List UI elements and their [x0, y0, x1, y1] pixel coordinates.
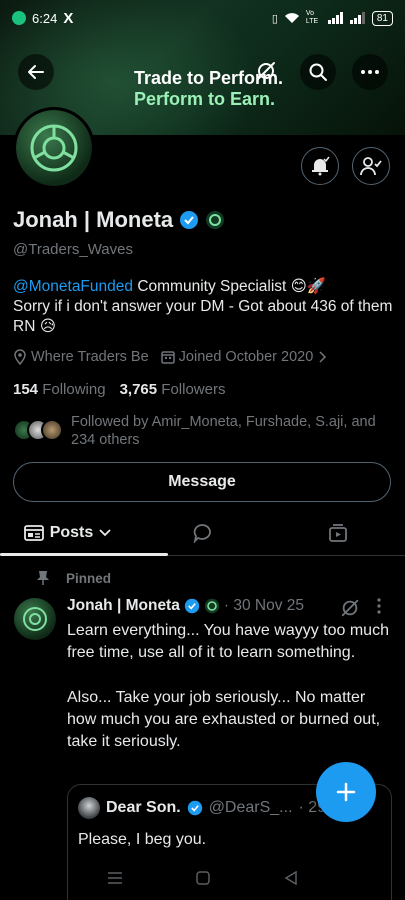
profile-bio: @MonetaFunded Community Specialist 😊🚀 So…	[13, 277, 398, 337]
signal-icon	[327, 12, 343, 24]
post-paragraph-2: Also... Take your job seriously... No ma…	[67, 688, 381, 751]
following-label: Following	[42, 381, 106, 398]
more-vertical-icon	[377, 598, 381, 614]
pin-icon	[37, 571, 49, 585]
tab-replies[interactable]	[135, 510, 270, 555]
pinned-label-row: Pinned	[36, 570, 111, 586]
location-text: Where Traders Be	[31, 349, 149, 365]
verified-badge-icon[interactable]	[179, 210, 199, 230]
more-icon	[361, 70, 379, 74]
person-check-icon	[360, 157, 382, 176]
follower-avatar	[41, 419, 63, 441]
posts-icon	[23, 524, 44, 541]
search-icon	[309, 63, 327, 81]
bio-text-1: Community Specialist 😊🚀	[133, 278, 327, 295]
display-name: Jonah | Moneta	[13, 207, 174, 232]
vibrate-icon: ▯	[271, 12, 278, 25]
post-date[interactable]: · 30 Nov 25	[224, 597, 304, 615]
follow-stats: 154 Following 3,765 Followers	[13, 381, 225, 398]
lte-label: Vo LTE	[305, 10, 319, 25]
chevron-down-icon	[99, 528, 111, 536]
system-nav-bar	[0, 856, 405, 900]
profile-avatar[interactable]	[13, 107, 95, 189]
plus-icon	[336, 782, 356, 802]
moneta-logo-icon	[23, 607, 47, 631]
pinned-label: Pinned	[66, 570, 112, 586]
joined-text: Joined October 2020	[178, 349, 314, 365]
status-time: 6:24	[32, 10, 58, 26]
post-paragraph-1: Learn everything... You have wayyy too m…	[67, 622, 389, 662]
recents-icon[interactable]	[107, 871, 123, 885]
followed-by-text: Followed by Amir_Moneta, Furshade, S.aji…	[71, 414, 376, 448]
following-button[interactable]	[352, 147, 390, 185]
quoted-author-handle: @DearS_...	[208, 799, 293, 816]
affiliate-badge-icon	[204, 598, 220, 614]
profile-tabs: Posts	[0, 510, 405, 556]
status-bar: 6:24 X ▯ Vo LTE 81	[0, 0, 405, 36]
verified-badge-icon	[184, 598, 200, 614]
post-body: Learn everything... You have wayyy too m…	[67, 620, 393, 753]
battery-indicator: 81	[371, 10, 393, 26]
home-icon[interactable]	[196, 871, 211, 885]
following-link[interactable]: 154 Following	[13, 381, 106, 398]
tab-posts[interactable]: Posts	[0, 510, 135, 555]
media-icon	[328, 523, 347, 542]
post-author-name[interactable]: Jonah | Moneta	[67, 597, 180, 615]
verified-badge-icon	[187, 800, 202, 816]
recording-dot-icon	[12, 11, 26, 25]
followed-by[interactable]: Followed by Amir_Moneta, Furshade, S.aji…	[13, 413, 398, 449]
followers-link[interactable]: 3,765 Followers	[120, 381, 226, 398]
moneta-logo-icon	[30, 124, 78, 172]
wifi-icon	[284, 13, 299, 23]
back-icon	[28, 65, 44, 79]
profile-handle: @Traders_Waves	[13, 241, 133, 258]
back-button[interactable]	[18, 54, 54, 90]
chevron-right-icon	[319, 351, 327, 363]
followed-by-avatars	[13, 419, 63, 449]
x-logo-icon: X	[63, 9, 74, 27]
message-button[interactable]: Message	[13, 462, 391, 502]
tab-posts-label: Posts	[49, 523, 94, 541]
bell-icon	[312, 156, 330, 176]
more-options-button[interactable]	[352, 54, 388, 90]
quoted-author-name: Dear Son.	[106, 799, 181, 816]
compose-post-button[interactable]	[316, 762, 376, 822]
post-header: Jonah | Moneta · 30 Nov 25	[67, 597, 304, 615]
post-more-button[interactable]	[376, 598, 382, 619]
tab-media[interactable]	[270, 510, 405, 555]
search-button[interactable]	[300, 54, 336, 90]
location-icon	[14, 349, 26, 365]
calendar-icon	[160, 351, 175, 364]
profile-name-row: Jonah | Moneta	[13, 207, 225, 233]
post-author-avatar[interactable]	[14, 598, 56, 640]
active-tab-indicator	[0, 553, 168, 556]
quoted-author-avatar	[78, 797, 100, 819]
grok-button[interactable]	[255, 60, 277, 87]
replies-icon	[193, 523, 211, 543]
affiliate-badge-icon[interactable]	[205, 210, 225, 230]
followers-count: 3,765	[119, 381, 158, 398]
grok-icon	[257, 62, 275, 80]
grok-icon	[341, 599, 359, 617]
bio-mention-link[interactable]: @MonetaFunded	[13, 278, 133, 295]
profile-meta: Where Traders Be Joined October 2020	[13, 349, 327, 365]
bio-text-2: Sorry if i don't answer your DM - Got ab…	[13, 298, 393, 335]
joined-item[interactable]: Joined October 2020	[160, 349, 328, 365]
back-nav-icon[interactable]	[284, 871, 298, 885]
location-item: Where Traders Be	[13, 349, 149, 365]
banner-subheadline: Perform to Earn.	[134, 89, 276, 109]
quoted-post-text: Please, I beg you.	[78, 831, 207, 848]
followers-label: Followers	[161, 381, 226, 398]
notifications-button[interactable]	[301, 147, 339, 185]
signal-2-icon	[349, 12, 365, 24]
following-count: 154	[13, 381, 39, 398]
